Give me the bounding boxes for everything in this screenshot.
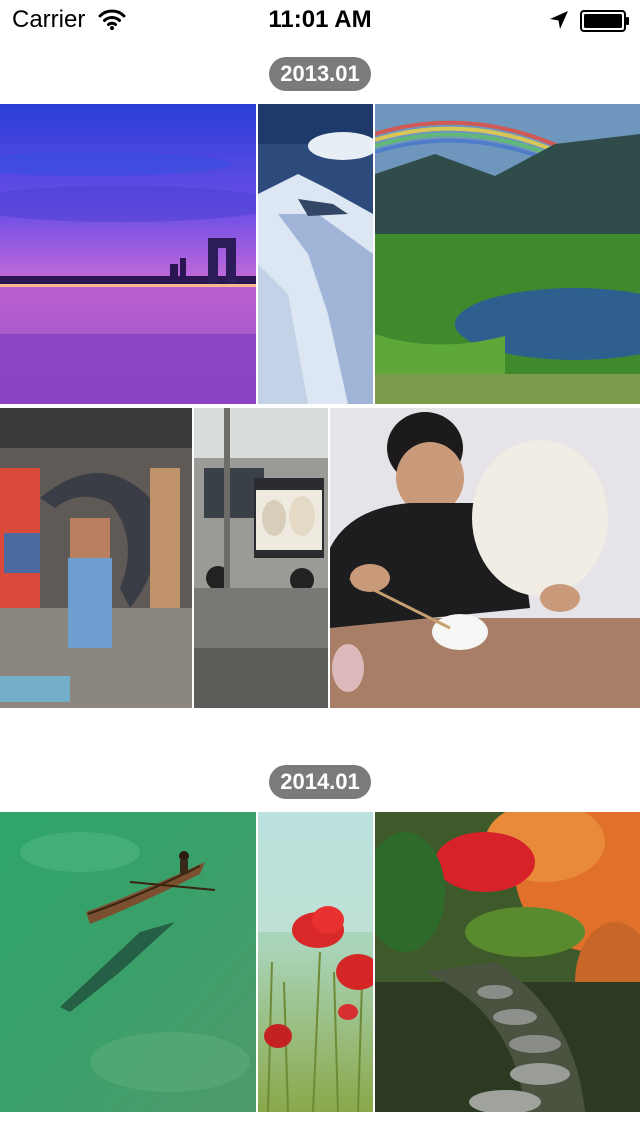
photo-snowy-mountain[interactable] <box>258 104 373 404</box>
section-header: 2014.01 <box>0 764 640 800</box>
location-arrow-icon <box>548 9 570 31</box>
photo-city-skyline[interactable] <box>0 104 256 404</box>
photo-autumn-garden[interactable] <box>375 812 640 1112</box>
photo-goats-in-van[interactable] <box>194 408 328 708</box>
date-badge: 2013.01 <box>269 57 371 91</box>
section-header: 2013.01 <box>0 56 640 92</box>
photo-boat-clear-water[interactable] <box>0 812 256 1112</box>
photo-red-poppies[interactable] <box>258 812 373 1112</box>
photo-man-with-fish[interactable] <box>0 408 192 708</box>
photo-rainbow-lake[interactable] <box>375 104 640 404</box>
status-bar: Carrier 11:01 AM <box>0 0 640 40</box>
clock: 11:01 AM <box>268 6 372 33</box>
date-badge: 2014.01 <box>269 765 371 799</box>
battery-icon <box>580 10 630 32</box>
photo-man-with-bun[interactable] <box>330 408 640 708</box>
photo-timeline-screen: Carrier 11:01 AM 2013.01 2014.01 <box>0 0 640 1136</box>
